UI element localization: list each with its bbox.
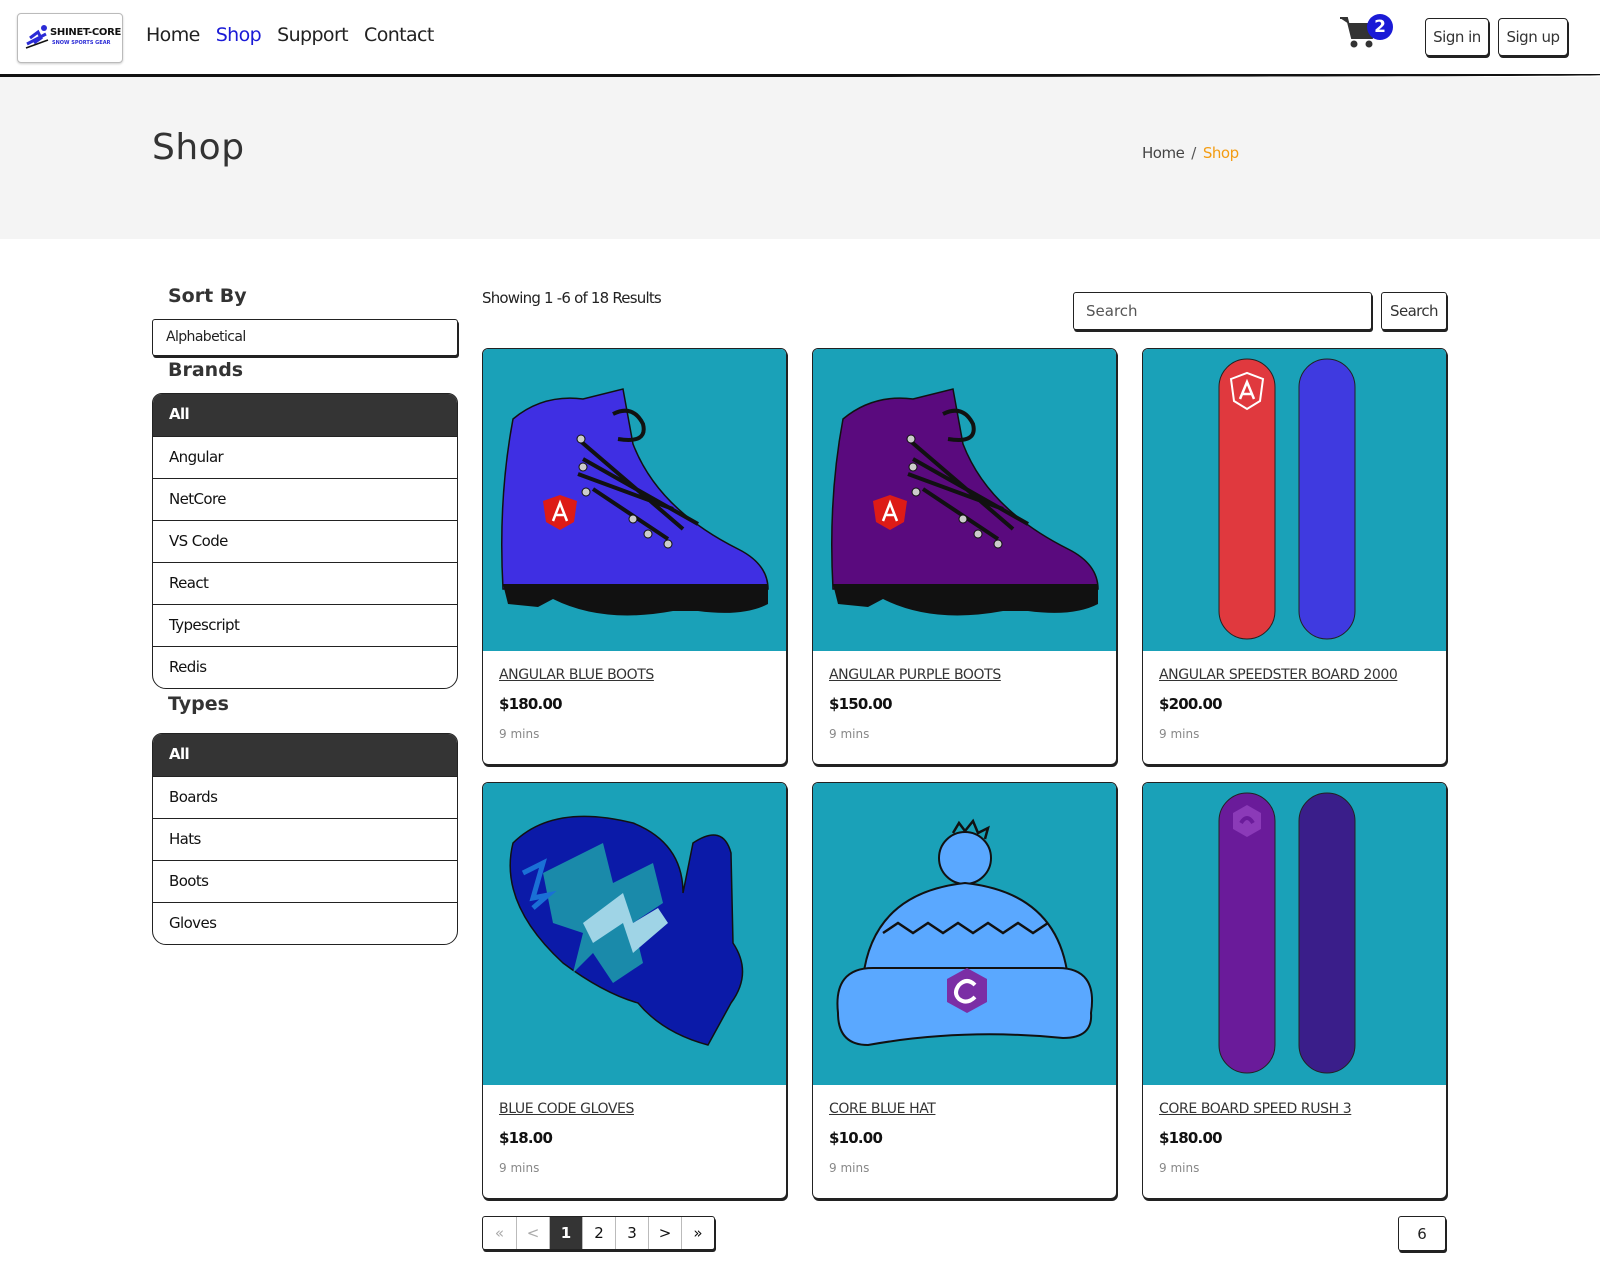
page-button-1[interactable]: 1 [549,1217,582,1249]
type-item-boots[interactable]: Boots [153,860,457,902]
product-card[interactable]: BLUE CODE GLOVES $18.00 9 mins [482,782,787,1199]
product-price: $18.00 [499,1129,553,1147]
product-title[interactable]: CORE BOARD SPEED RUSH 3 [1159,1101,1430,1117]
brand-name: SHINET-CORE [50,27,122,38]
product-title[interactable]: ANGULAR BLUE BOOTS [499,667,770,683]
brand-tagline: SNOW SPORTS GEAR [52,40,111,46]
product-price: $180.00 [1159,1129,1223,1147]
results-summary: Showing 1 -6 of 18 Results [482,289,662,307]
page-prev-button[interactable]: < [516,1217,549,1249]
type-item-boards[interactable]: Boards [153,776,457,818]
types-list: All Boards Hats Boots Gloves [152,733,458,945]
product-image[interactable] [483,349,786,651]
search-input[interactable] [1073,292,1372,330]
page-header: Shop Home / Shop [0,77,1600,239]
purple-boot-icon [831,388,1099,616]
product-meta: 9 mins [1159,727,1200,741]
type-item-hats[interactable]: Hats [153,818,457,860]
sign-up-button[interactable]: Sign up [1498,18,1568,56]
product-title[interactable]: ANGULAR SPEEDSTER BOARD 2000 [1159,667,1430,683]
brand-item-netcore[interactable]: NetCore [153,478,457,520]
product-image[interactable] [813,349,1116,651]
product-card[interactable]: ANGULAR BLUE BOOTS $180.00 9 mins [482,348,787,765]
product-title[interactable]: ANGULAR PURPLE BOOTS [829,667,1100,683]
main-nav: Home Shop Support Contact [146,24,434,46]
product-image[interactable] [813,783,1116,1085]
page-first-button[interactable]: « [483,1217,516,1249]
product-price: $180.00 [499,695,563,713]
product-image[interactable] [483,783,786,1085]
breadcrumb: Home / Shop [1142,144,1239,162]
breadcrumb-current: Shop [1202,144,1239,162]
type-item-gloves[interactable]: Gloves [153,902,457,944]
brand-item-all[interactable]: All [153,394,457,436]
breadcrumb-home[interactable]: Home [1142,144,1185,162]
product-price: $200.00 [1159,695,1223,713]
sort-select[interactable]: Alphabetical [152,319,458,356]
cart-count-badge: 2 [1367,14,1393,40]
brand-item-redis[interactable]: Redis [153,646,457,688]
page-last-button[interactable]: » [681,1217,714,1249]
type-item-all[interactable]: All [153,734,457,776]
brand-item-react[interactable]: React [153,562,457,604]
product-image[interactable] [1143,783,1446,1085]
blue-beanie-icon [836,818,1093,1047]
types-heading: Types [168,693,229,715]
red-blue-boards-icon [1218,358,1356,640]
pagination: « < 1 2 3 > » [482,1216,715,1250]
nav-link-shop[interactable]: Shop [216,24,262,46]
brand-logo[interactable]: SHINET-CORE SNOW SPORTS GEAR [17,13,123,63]
page-title: Shop [152,127,245,168]
product-meta: 9 mins [1159,1161,1200,1175]
brand-item-typescript[interactable]: Typescript [153,604,457,646]
brand-item-vscode[interactable]: VS Code [153,520,457,562]
brands-list: All Angular NetCore VS Code React Typesc… [152,393,458,689]
brand-item-angular[interactable]: Angular [153,436,457,478]
top-navbar: SHINET-CORE SNOW SPORTS GEAR Home Shop S… [0,0,1600,76]
blue-boot-icon [501,388,769,616]
page-button-3[interactable]: 3 [615,1217,648,1249]
product-card[interactable]: ANGULAR PURPLE BOOTS $150.00 9 mins [812,348,1117,765]
product-price: $10.00 [829,1129,883,1147]
blue-glove-icon [509,815,744,1046]
nav-link-home[interactable]: Home [146,24,200,46]
page-size-select[interactable]: 6 [1398,1216,1446,1251]
purple-boards-icon [1218,792,1356,1074]
product-title[interactable]: BLUE CODE GLOVES [499,1101,770,1117]
sign-in-button[interactable]: Sign in [1425,18,1489,56]
search-button[interactable]: Search [1381,292,1447,330]
sort-heading: Sort By [168,285,247,307]
breadcrumb-separator: / [1191,144,1196,162]
brands-heading: Brands [168,359,244,381]
product-meta: 9 mins [829,1161,870,1175]
skier-icon [25,25,49,49]
page-next-button[interactable]: > [648,1217,681,1249]
product-title[interactable]: CORE BLUE HAT [829,1101,1100,1117]
product-meta: 9 mins [499,1161,540,1175]
cart-button[interactable]: 2 [1339,14,1395,54]
product-image[interactable] [1143,349,1446,651]
product-price: $150.00 [829,695,893,713]
product-meta: 9 mins [499,727,540,741]
nav-link-contact[interactable]: Contact [364,24,434,46]
nav-link-support[interactable]: Support [277,24,349,46]
product-card[interactable]: CORE BOARD SPEED RUSH 3 $180.00 9 mins [1142,782,1447,1199]
product-card[interactable]: ANGULAR SPEEDSTER BOARD 2000 $200.00 9 m… [1142,348,1447,765]
page-button-2[interactable]: 2 [582,1217,615,1249]
product-card[interactable]: CORE BLUE HAT $10.00 9 mins [812,782,1117,1199]
product-meta: 9 mins [829,727,870,741]
